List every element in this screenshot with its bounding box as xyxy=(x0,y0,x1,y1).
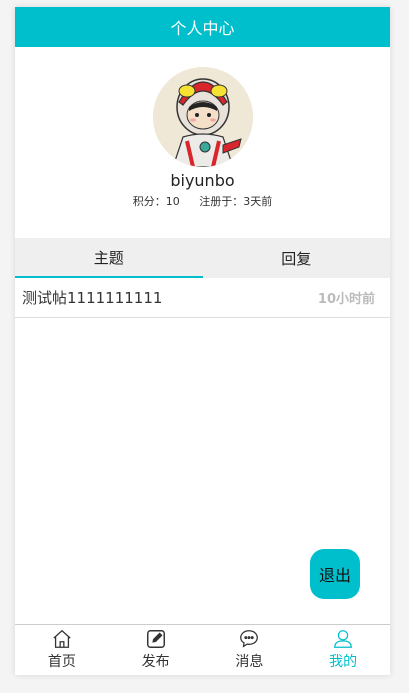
profile-meta: 积分：10 注册于：3天前 xyxy=(15,193,390,209)
nav-item-home[interactable]: 首页 xyxy=(15,625,109,675)
topic-time: 10小时前 xyxy=(317,292,375,307)
list-item[interactable]: 测试帖1111111111 10小时前 xyxy=(15,278,390,318)
topic-title[interactable]: 测试帖1111111111 xyxy=(22,287,162,308)
message-icon xyxy=(240,630,259,648)
registered-text: 注册于：3天前 xyxy=(199,195,273,208)
header-bar: 个人中心 xyxy=(15,7,390,47)
page-title: 个人中心 xyxy=(170,19,235,38)
logout-button[interactable]: 退出 xyxy=(310,549,360,599)
tab-bar: 主题 回复 xyxy=(15,238,390,278)
nav-item-post[interactable]: 发布 xyxy=(109,625,203,675)
edit-icon xyxy=(146,630,165,648)
home-icon xyxy=(53,629,71,648)
bottom-nav: 首页 发布 消息 我的 xyxy=(15,624,390,675)
app-container: 个人中心 biyunbo 积分：10 注册于：3天前 主题 回复 测试帖1111… xyxy=(15,7,390,675)
nav-label-home: 首页 xyxy=(47,654,76,670)
tab-replies[interactable]: 回复 xyxy=(203,238,391,278)
nav-item-mine[interactable]: 我的 xyxy=(296,625,390,675)
tab-topics[interactable]: 主题 xyxy=(15,238,203,278)
avatar xyxy=(153,67,253,167)
nav-item-messages[interactable]: 消息 xyxy=(203,625,297,675)
user-icon xyxy=(334,630,353,648)
username: biyunbo xyxy=(170,171,235,190)
nav-label-mine: 我的 xyxy=(329,654,358,670)
points-text: 积分：10 xyxy=(132,195,180,208)
profile-section: biyunbo 积分：10 注册于：3天前 xyxy=(15,47,390,238)
nav-label-messages: 消息 xyxy=(235,654,264,670)
nav-label-post: 发布 xyxy=(141,654,170,670)
